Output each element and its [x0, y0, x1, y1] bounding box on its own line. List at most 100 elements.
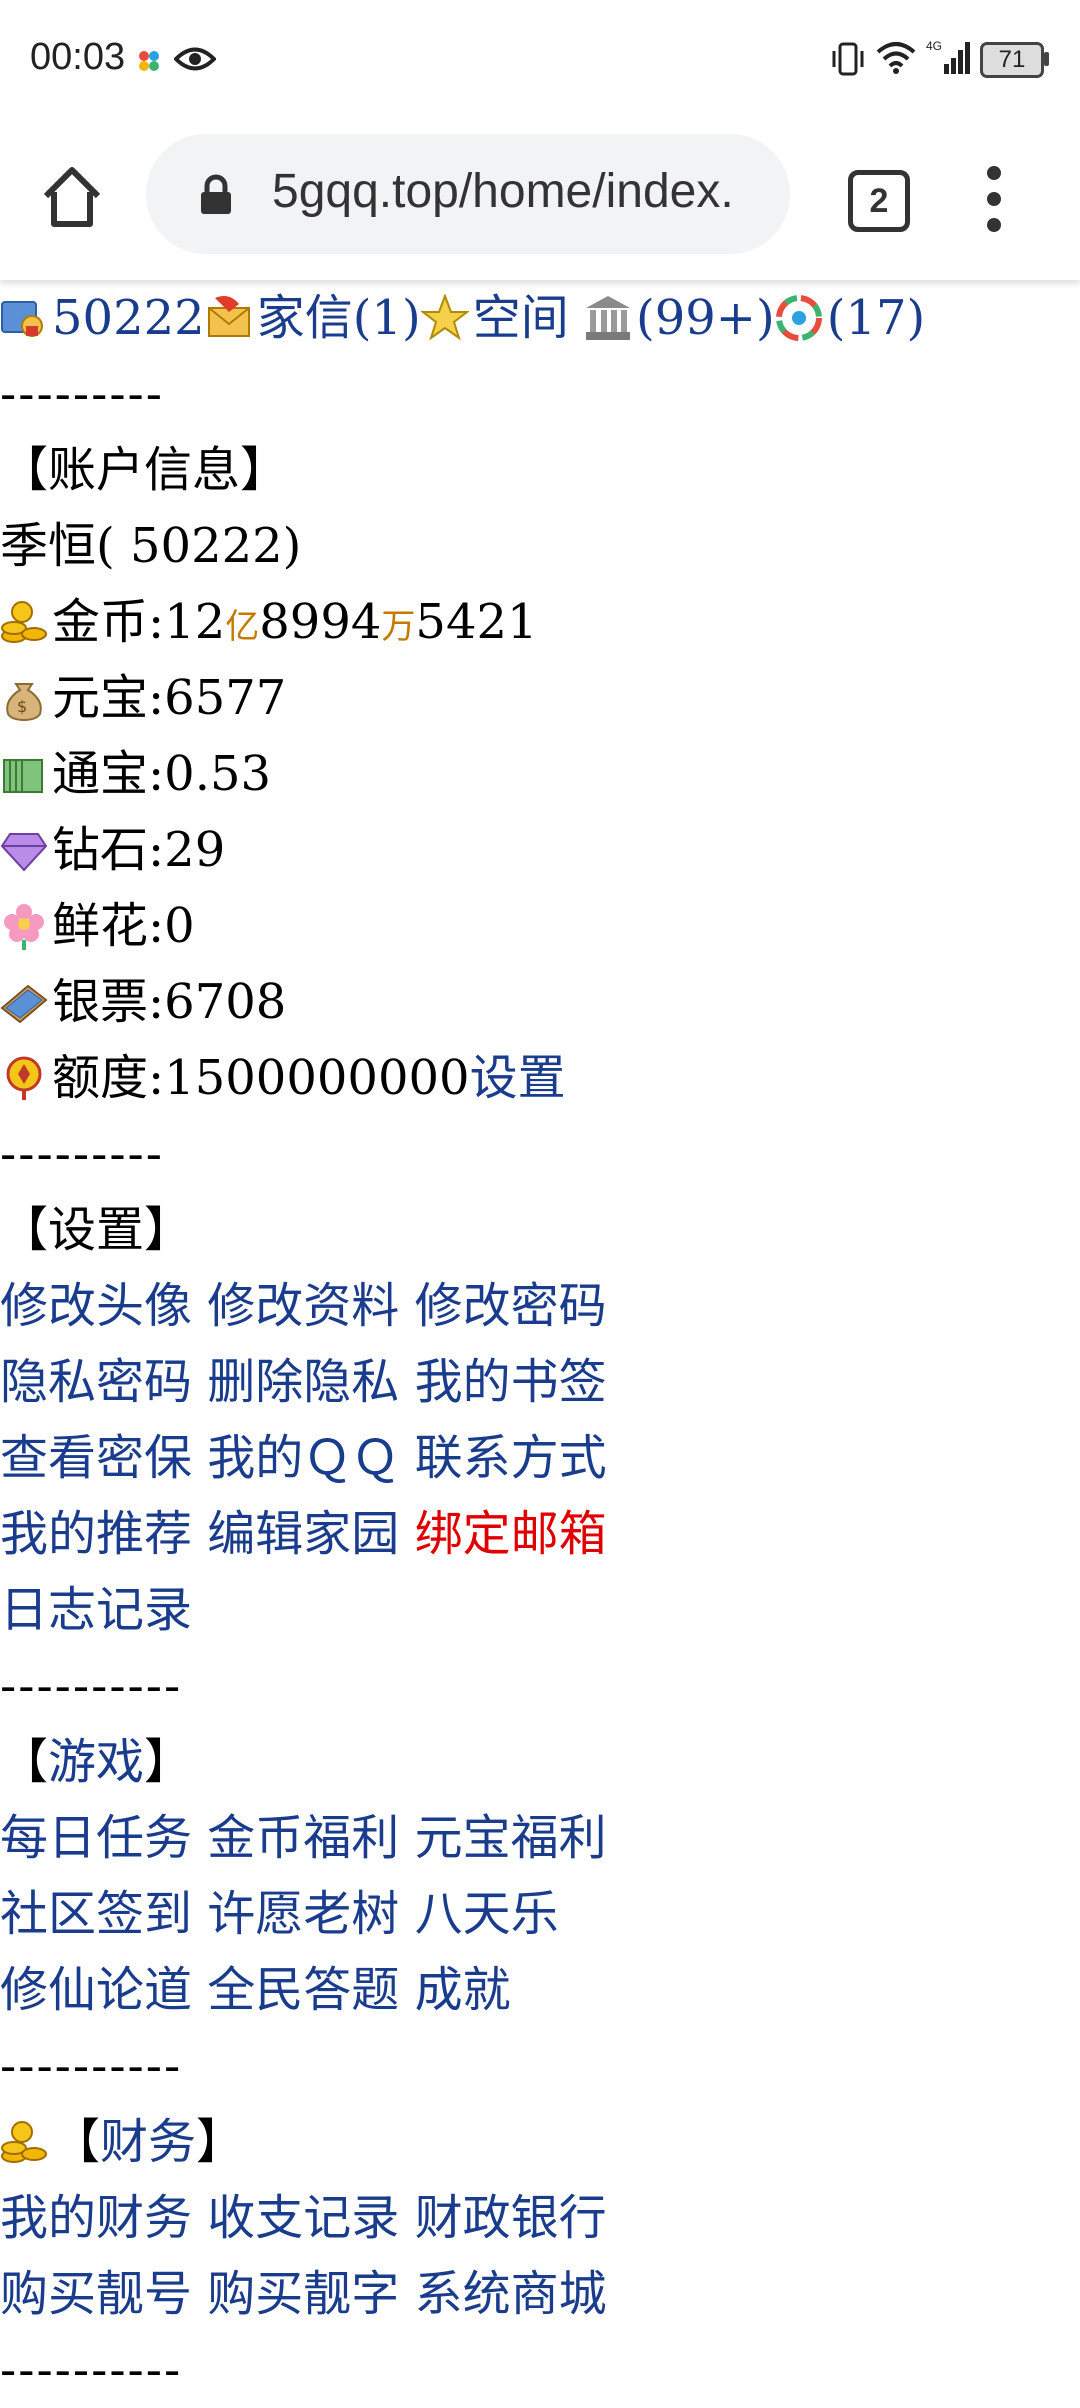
system-shop-link[interactable]: 系统商城: [415, 2266, 607, 2322]
lock-icon[interactable]: [198, 174, 234, 216]
tab-switcher-button[interactable]: 2: [848, 170, 910, 232]
url-text[interactable]: 5gqq.top/home/index.: [272, 164, 772, 219]
svg-text:4G: 4G: [926, 39, 942, 53]
separator: ----------: [0, 2342, 183, 2398]
privacy-password-link[interactable]: 隐私密码: [0, 1354, 192, 1410]
account-name: 季恒( 50222): [0, 518, 302, 574]
finance-row: 我的财务 收支记录 财政银行: [0, 2180, 1080, 2256]
tongbao-text: 通宝:0.53: [52, 746, 272, 802]
wifi-icon: [876, 42, 916, 74]
flower-row: 鲜花:0: [0, 888, 1080, 964]
view-security-link[interactable]: 查看密保: [0, 1430, 192, 1486]
gold-row: 金币:12亿8994万5421: [0, 584, 1080, 660]
my-finance-link[interactable]: 我的财务: [0, 2190, 192, 2246]
games-heading: 【游戏】: [0, 1724, 1080, 1800]
diamond-row: 钻石:29: [0, 812, 1080, 888]
user-id-link[interactable]: 50222: [52, 290, 205, 346]
separator: ----------: [0, 2038, 183, 2094]
bank-link[interactable]: 财政银行: [415, 2190, 607, 2246]
photo-pinwheel-icon: [775, 295, 822, 341]
edit-avatar-link[interactable]: 修改头像: [0, 1278, 192, 1334]
buy-vanity-char-link[interactable]: 购买靓字: [207, 2266, 399, 2322]
eight-day-joy-link[interactable]: 八天乐: [415, 1886, 559, 1942]
yuanbao-row: $ 元宝:6577: [0, 660, 1080, 736]
quota-settings-link[interactable]: 设置: [470, 1050, 566, 1106]
wishing-tree-link[interactable]: 许愿老树: [207, 1886, 399, 1942]
separator: ----------: [0, 1658, 183, 1714]
bracket-close: 】: [144, 1734, 193, 1790]
my-qq-link[interactable]: 我的ＱＱ: [207, 1430, 399, 1486]
top-nav: 50222 家信(1) 空间 (99+) (17): [0, 280, 1080, 356]
yuanbao-welfare-link[interactable]: 元宝福利: [415, 1810, 607, 1866]
quota-text: 额度:1500000000: [52, 1050, 470, 1106]
log-records-link[interactable]: 日志记录: [0, 1582, 192, 1638]
settings-row: 日志记录: [0, 1572, 1080, 1648]
mail-link[interactable]: 家信(1): [257, 290, 421, 346]
address-bar[interactable]: 5gqq.top/home/index.: [146, 134, 790, 254]
space-link[interactable]: 空间: [473, 290, 569, 346]
gold-yi-value: 12: [164, 594, 226, 650]
battery-level: 71: [998, 46, 1026, 73]
vibrate-icon: [832, 42, 864, 76]
achievements-link[interactable]: 成就: [415, 1962, 511, 2018]
transactions-link[interactable]: 收支记录: [207, 2190, 399, 2246]
bracket-open: 【: [0, 1734, 49, 1790]
signal-4g-icon: 4G: [926, 39, 970, 74]
quota-row: 额度:1500000000设置: [0, 1040, 1080, 1116]
daily-tasks-link[interactable]: 每日任务: [0, 1810, 192, 1866]
games-row: 修仙论道 全民答题 成就: [0, 1952, 1080, 2028]
gold-rest-value: 5421: [415, 594, 538, 650]
mail-icon: [207, 296, 250, 337]
settings-row: 修改头像 修改资料 修改密码: [0, 1268, 1080, 1344]
contact-info-link[interactable]: 联系方式: [415, 1430, 607, 1486]
change-password-link[interactable]: 修改密码: [415, 1278, 607, 1334]
home-icon[interactable]: [40, 162, 104, 232]
settings-heading: 【设置】: [0, 1202, 193, 1258]
quiz-link[interactable]: 全民答题: [207, 1962, 399, 2018]
status-time: 00:03: [30, 36, 126, 78]
games-heading-link[interactable]: 游戏: [48, 1734, 144, 1790]
star-icon: [420, 294, 469, 341]
banknotes-icon: [3, 759, 43, 793]
flower-text: 鲜花:0: [52, 898, 195, 954]
yuanbao-text: 元宝:6577: [52, 670, 287, 726]
diamond-text: 钻石:29: [52, 822, 226, 878]
delete-privacy-link[interactable]: 删除隐私: [207, 1354, 399, 1410]
games-row: 社区签到 许愿老树 八天乐: [0, 1876, 1080, 1952]
my-referrals-link[interactable]: 我的推荐: [0, 1506, 192, 1562]
tongbao-row: 通宝:0.53: [0, 736, 1080, 812]
bank-icon: [585, 296, 630, 340]
bind-email-link[interactable]: 绑定邮箱: [415, 1506, 607, 1562]
status-bar: 00:03 4G 71: [0, 0, 1080, 120]
edit-profile-link[interactable]: 修改资料: [207, 1278, 399, 1334]
games-row: 每日任务 金币福利 元宝福利: [0, 1800, 1080, 1876]
quota-badge-icon: [6, 1056, 42, 1100]
user-card-icon: [1, 301, 43, 337]
gold-coins-icon: [1, 601, 47, 643]
gold-welfare-link[interactable]: 金币福利: [207, 1810, 399, 1866]
gold-coins-icon: [1, 2121, 47, 2163]
finance-heading: 【财务】: [0, 2104, 1080, 2180]
community-checkin-link[interactable]: 社区签到: [0, 1886, 192, 1942]
edit-home-link[interactable]: 编辑家园: [207, 1506, 399, 1562]
cultivation-link[interactable]: 修仙论道: [0, 1962, 192, 2018]
banknote-text: 银票:6708: [52, 974, 287, 1030]
page-content: 50222 家信(1) 空间 (99+) (17) --------- 【账户信…: [0, 280, 1080, 2408]
battery-tip: [1044, 52, 1049, 66]
buy-vanity-number-link[interactable]: 购买靓号: [0, 2266, 192, 2322]
bracket-open: 【: [52, 2114, 101, 2170]
my-bookmarks-link[interactable]: 我的书签: [415, 1354, 607, 1410]
unit-wan: 万: [381, 607, 416, 647]
photo-count-link[interactable]: (17): [827, 290, 926, 346]
flower-icon: [4, 904, 44, 950]
app-notification-icon: [139, 51, 159, 71]
settings-row: 我的推荐 编辑家园 绑定邮箱: [0, 1496, 1080, 1572]
overflow-menu-icon[interactable]: [986, 166, 1002, 236]
bank-count-link[interactable]: (99+): [636, 290, 775, 346]
money-bag-icon: $: [6, 683, 42, 722]
separator: ---------: [0, 1126, 164, 1182]
gold-wan-value: 8994: [259, 594, 382, 650]
settings-row: 查看密保 我的ＱＱ 联系方式: [0, 1420, 1080, 1496]
finance-heading-link[interactable]: 财务: [100, 2114, 196, 2170]
settings-row: 隐私密码 删除隐私 我的书签: [0, 1344, 1080, 1420]
